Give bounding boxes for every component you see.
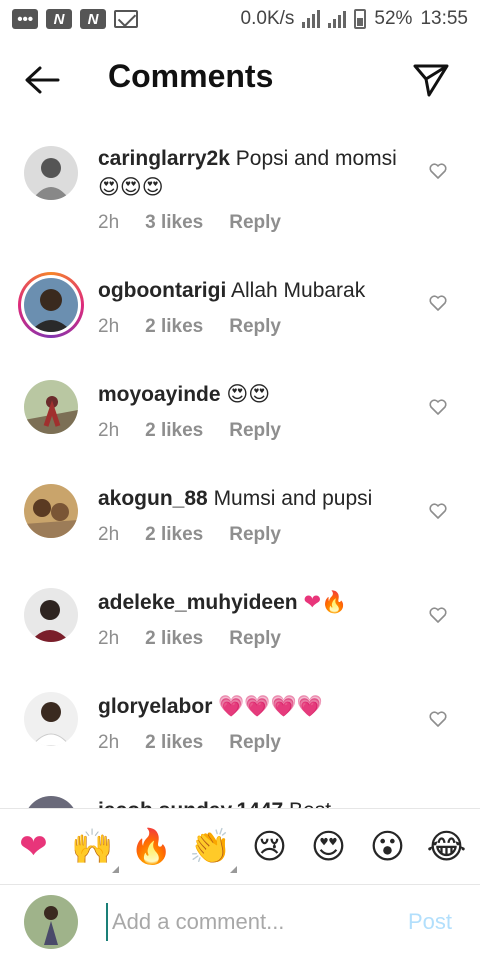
network-speed: 0.0K/s bbox=[240, 8, 295, 29]
status-bar: ••• N N 0.0K/s 52% 13:55 bbox=[0, 0, 480, 38]
like-heart-icon[interactable] bbox=[428, 502, 448, 520]
wifi-icon bbox=[302, 10, 321, 28]
comment-time: 2h bbox=[98, 628, 120, 649]
like-heart-icon[interactable] bbox=[428, 606, 448, 624]
comment-meta: 2h 2 likes Reply bbox=[98, 628, 281, 650]
signal-icon bbox=[328, 10, 347, 28]
comment-meta: 2h 2 likes Reply bbox=[98, 732, 281, 754]
comment-username[interactable]: caringlarry2k bbox=[98, 147, 230, 170]
comment-text: moyoayinde 😍😍 bbox=[98, 380, 418, 409]
reply-button[interactable]: Reply bbox=[229, 316, 281, 338]
comment-item: gloryelabor 💗💗💗💗 2h 2 likes Reply bbox=[0, 688, 480, 792]
comment-text: gloryelabor 💗💗💗💗 bbox=[98, 692, 418, 721]
back-arrow-icon[interactable] bbox=[24, 64, 60, 96]
like-heart-icon[interactable] bbox=[428, 710, 448, 728]
laughing-emoji-button[interactable]: 😂 bbox=[425, 825, 469, 869]
crying-emoji-button[interactable]: 😢 bbox=[248, 825, 292, 869]
comment-emoji: 💗💗💗💗 bbox=[218, 694, 323, 718]
emoji-quick-bar: ❤ 🙌 🔥 👏 😢 😍 😮 😂 bbox=[0, 808, 480, 884]
comment-meta: 2h 2 likes Reply bbox=[98, 524, 281, 546]
comment-time: 2h bbox=[98, 316, 120, 337]
likes-count[interactable]: 3 likes bbox=[145, 212, 203, 234]
comment-time: 2h bbox=[98, 524, 120, 545]
comment-text: adeleke_muhyideen ❤🔥 bbox=[98, 588, 418, 617]
likes-count[interactable]: 2 likes bbox=[145, 628, 203, 650]
post-button[interactable]: Post bbox=[408, 909, 452, 935]
page-title: Comments bbox=[108, 58, 274, 94]
comment-text: caringlarry2k Popsi and momsi 😍😍😍 bbox=[98, 144, 418, 202]
comment-item: akogun_88 Mumsi and pupsi 2h 2 likes Rep… bbox=[0, 480, 480, 584]
clock: 13:55 bbox=[420, 8, 468, 29]
comment-username[interactable]: jacob.sunday.1447 bbox=[98, 799, 283, 808]
comment-meta: 2h 2 likes Reply bbox=[98, 316, 281, 338]
comment-text: ogboontarigi Allah Mubarak bbox=[98, 276, 418, 305]
avatar[interactable] bbox=[24, 146, 78, 200]
comment-meta: 2h 2 likes Reply bbox=[98, 420, 281, 442]
header: Comments bbox=[0, 40, 480, 120]
comment-item: moyoayinde 😍😍 2h 2 likes Reply bbox=[0, 376, 480, 480]
comment-username[interactable]: adeleke_muhyideen bbox=[98, 591, 298, 614]
reply-button[interactable]: Reply bbox=[229, 420, 281, 442]
mail-icon bbox=[114, 10, 138, 28]
reply-button[interactable]: Reply bbox=[229, 732, 281, 754]
battery-percent: 52% bbox=[374, 8, 413, 29]
comment-text: akogun_88 Mumsi and pupsi bbox=[98, 484, 418, 513]
comment-emoji: 😍😍 bbox=[226, 382, 271, 406]
avatar[interactable] bbox=[24, 380, 78, 434]
like-heart-icon[interactable] bbox=[428, 162, 448, 180]
comment-body: Allah Mubarak bbox=[231, 279, 366, 302]
reply-button[interactable]: Reply bbox=[229, 628, 281, 650]
reply-button[interactable]: Reply bbox=[229, 212, 281, 234]
avatar[interactable] bbox=[24, 796, 78, 808]
comment-text: jacob.sunday.1447 Best bbox=[98, 796, 418, 808]
comment-body: Mumsi and pupsi bbox=[213, 487, 373, 510]
current-user-avatar bbox=[24, 895, 78, 949]
comment-emoji: ❤🔥 bbox=[303, 590, 348, 614]
comment-input[interactable] bbox=[106, 903, 396, 941]
comments-list[interactable]: caringlarry2k Popsi and momsi 😍😍😍 2h 3 l… bbox=[0, 130, 480, 808]
comment-emoji: 😍😍😍 bbox=[98, 175, 164, 199]
comment-body: Best bbox=[289, 799, 331, 808]
heart-eyes-emoji-button[interactable]: 😍 bbox=[307, 825, 351, 869]
comment-username[interactable]: moyoayinde bbox=[98, 383, 221, 406]
clap-emoji-button[interactable]: 👏 bbox=[189, 825, 237, 873]
comment-time: 2h bbox=[98, 732, 120, 753]
comment-item: adeleke_muhyideen ❤🔥 2h 2 likes Reply bbox=[0, 584, 480, 688]
likes-count[interactable]: 2 likes bbox=[145, 524, 203, 546]
fire-emoji-button[interactable]: 🔥 bbox=[130, 825, 174, 869]
comment-body: Popsi and momsi bbox=[235, 147, 397, 170]
chat-notification-icon: ••• bbox=[12, 9, 38, 29]
avatar[interactable] bbox=[24, 278, 78, 332]
comment-time: 2h bbox=[98, 212, 120, 233]
comment-username[interactable]: akogun_88 bbox=[98, 487, 208, 510]
heart-emoji-button[interactable]: ❤ bbox=[12, 825, 56, 869]
comment-item: jacob.sunday.1447 Best bbox=[0, 792, 480, 808]
status-left: ••• N N bbox=[12, 9, 138, 29]
likes-count[interactable]: 2 likes bbox=[145, 420, 203, 442]
reply-button[interactable]: Reply bbox=[229, 524, 281, 546]
raised-hands-emoji-button[interactable]: 🙌 bbox=[71, 825, 119, 873]
comment-composer: Post bbox=[0, 884, 480, 960]
comment-time: 2h bbox=[98, 420, 120, 441]
likes-count[interactable]: 2 likes bbox=[145, 732, 203, 754]
comment-username[interactable]: ogboontarigi bbox=[98, 279, 226, 302]
avatar[interactable] bbox=[24, 484, 78, 538]
comment-item: caringlarry2k Popsi and momsi 😍😍😍 2h 3 l… bbox=[0, 142, 480, 246]
battery-icon bbox=[354, 9, 367, 29]
like-heart-icon[interactable] bbox=[428, 294, 448, 312]
likes-count[interactable]: 2 likes bbox=[145, 316, 203, 338]
comment-item: ogboontarigi Allah Mubarak 2h 2 likes Re… bbox=[0, 272, 480, 376]
avatar[interactable] bbox=[24, 692, 78, 746]
direct-share-icon[interactable] bbox=[412, 62, 450, 98]
notification-n-icon: N bbox=[46, 9, 72, 29]
story-ring[interactable] bbox=[18, 272, 84, 338]
notification-n-icon: N bbox=[80, 9, 106, 29]
avatar[interactable] bbox=[24, 588, 78, 642]
surprised-emoji-button[interactable]: 😮 bbox=[366, 825, 410, 869]
like-heart-icon[interactable] bbox=[428, 398, 448, 416]
status-right: 0.0K/s 52% 13:55 bbox=[241, 8, 468, 30]
comment-username[interactable]: gloryelabor bbox=[98, 695, 212, 718]
comment-meta: 2h 3 likes Reply bbox=[98, 212, 281, 234]
